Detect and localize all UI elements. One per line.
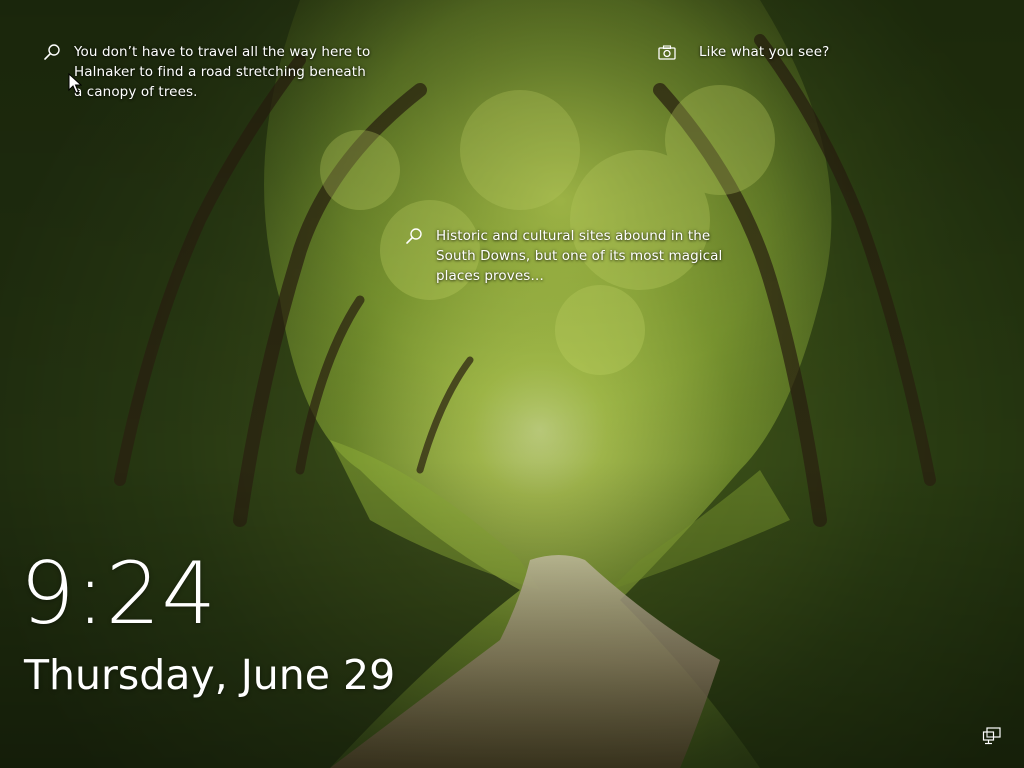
spotlight-hotspot-2-text: Historic and cultural sites abound in th… [436,228,723,284]
lock-screen-date: Thursday, June 29 [24,651,396,699]
mouse-cursor-icon [68,73,82,94]
spotlight-hotspot-1[interactable]: You don’t have to travel all the way her… [42,42,372,102]
like-what-you-see-label: Like what you see? [699,44,830,60]
magnifier-icon [406,228,422,244]
network-icon[interactable] [982,727,1002,745]
spotlight-hotspot-1-text: You don’t have to travel all the way her… [74,44,371,100]
magnifier-icon [44,44,60,60]
spotlight-hotspot-2[interactable]: Historic and cultural sites abound in th… [404,226,724,286]
like-what-you-see-button[interactable]: Like what you see? [657,42,829,63]
camera-icon [658,45,676,60]
lock-screen-time: 9:24 [20,544,218,644]
